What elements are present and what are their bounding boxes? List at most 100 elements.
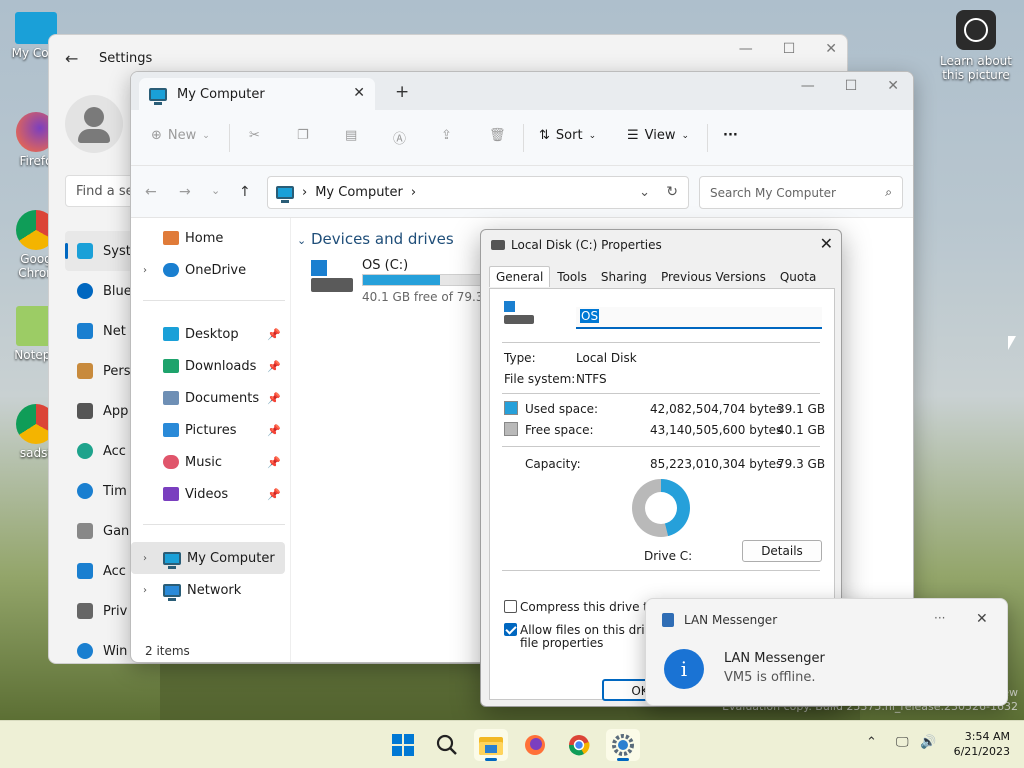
tab-sharing[interactable]: Sharing bbox=[594, 266, 654, 287]
mouse-cursor bbox=[1008, 336, 1016, 350]
taskbar-firefox[interactable] bbox=[518, 729, 552, 761]
pin-icon[interactable]: 📌 bbox=[267, 456, 281, 469]
volume-icon[interactable]: 🔊 bbox=[920, 735, 936, 750]
toolbar-divider bbox=[707, 124, 708, 152]
pin-icon[interactable]: 📌 bbox=[267, 392, 281, 405]
picture-icon bbox=[163, 423, 179, 437]
learn-about-picture[interactable]: Learn about this picture bbox=[934, 10, 1018, 82]
address-bar[interactable]: › My Computer › ⌄ ↻ bbox=[267, 176, 689, 209]
maximize-icon[interactable]: ☐ bbox=[783, 41, 796, 57]
paste-button[interactable]: ▤ bbox=[345, 128, 357, 143]
close-icon[interactable]: ✕ bbox=[825, 41, 837, 57]
dialog-title: Local Disk (C:) Properties bbox=[511, 238, 662, 252]
copy-icon: ❐ bbox=[297, 128, 309, 143]
start-button[interactable] bbox=[386, 729, 420, 761]
desktop-icon bbox=[163, 327, 179, 341]
search-input[interactable]: Search My Computer ⌕ bbox=[699, 176, 903, 209]
nav-item-home[interactable]: Home bbox=[131, 222, 285, 254]
back-arrow-icon[interactable]: ← bbox=[145, 184, 157, 200]
minimize-icon[interactable]: — bbox=[739, 41, 753, 57]
nav-label: OneDrive bbox=[185, 262, 247, 278]
details-button[interactable]: Details bbox=[742, 540, 822, 562]
drive-name-field[interactable]: OS bbox=[576, 307, 822, 329]
nav-item-pictures[interactable]: Pictures 📌 bbox=[131, 414, 285, 446]
forward-arrow-icon[interactable]: → bbox=[179, 184, 191, 200]
close-icon[interactable]: ✕ bbox=[820, 234, 833, 253]
new-button[interactable]: ⊕ New ⌄ bbox=[151, 128, 210, 143]
chevron-right-icon[interactable]: › bbox=[143, 553, 147, 564]
drive-name: OS (C:) bbox=[362, 258, 409, 273]
nav-label: Net bbox=[103, 323, 126, 339]
view-button[interactable]: ☰ View ⌄ bbox=[627, 128, 689, 143]
share-button[interactable]: ⇪ bbox=[441, 128, 452, 143]
back-arrow-icon[interactable]: ← bbox=[65, 49, 78, 68]
cut-button[interactable]: ✂ bbox=[249, 128, 260, 143]
used-space-label: Used space: bbox=[525, 402, 599, 416]
taskbar-file-explorer[interactable] bbox=[474, 729, 508, 761]
tab-general[interactable]: General bbox=[489, 266, 551, 287]
group-header[interactable]: ⌄ Devices and drives bbox=[297, 230, 454, 248]
recent-chevron-icon[interactable]: ⌄ bbox=[211, 184, 220, 197]
allow-indexing-checkbox[interactable] bbox=[504, 623, 517, 636]
close-tab-icon[interactable]: ✕ bbox=[353, 85, 365, 101]
nav-item-documents[interactable]: Documents 📌 bbox=[131, 382, 285, 414]
copy-button[interactable]: ❐ bbox=[297, 128, 309, 143]
clock[interactable]: 3:54 AM 6/21/2023 bbox=[952, 729, 1010, 759]
refresh-icon[interactable]: ↻ bbox=[666, 184, 678, 200]
tab-quota[interactable]: Quota bbox=[773, 266, 823, 287]
new-tab-icon[interactable]: + bbox=[395, 82, 409, 102]
chevron-down-icon[interactable]: ⌄ bbox=[639, 185, 650, 200]
pin-icon[interactable]: 📌 bbox=[267, 360, 281, 373]
chevron-right-icon[interactable]: › bbox=[143, 585, 147, 596]
tab-my-computer[interactable]: My Computer ✕ bbox=[139, 78, 375, 110]
taskbar: ⌃ 🖵 🔊 3:54 AM 6/21/2023 bbox=[0, 720, 1024, 768]
tab-tools[interactable]: Tools bbox=[550, 266, 594, 287]
brush-icon bbox=[77, 363, 93, 379]
nav-item-desktop[interactable]: Desktop 📌 bbox=[131, 318, 285, 350]
pin-icon[interactable]: 📌 bbox=[267, 328, 281, 341]
notification-toast[interactable]: LAN Messenger ··· ✕ i LAN Messenger VM5 … bbox=[645, 598, 1008, 706]
type-value: Local Disk bbox=[576, 351, 637, 365]
delete-button[interactable]: 🗑 bbox=[489, 128, 506, 143]
avatar[interactable] bbox=[65, 95, 123, 153]
tab-previous-versions[interactable]: Previous Versions bbox=[654, 266, 773, 287]
free-space-swatch bbox=[504, 422, 518, 436]
nav-item-videos[interactable]: Videos 📌 bbox=[131, 478, 285, 510]
nav-item-my-computer[interactable]: › My Computer bbox=[131, 542, 285, 574]
computer-icon bbox=[163, 551, 181, 569]
nav-item-onedrive[interactable]: › OneDrive bbox=[131, 254, 285, 286]
allow-indexing-label-continued: file properties bbox=[520, 636, 604, 650]
chevron-right-icon[interactable]: › bbox=[143, 265, 147, 276]
maximize-icon[interactable]: ☐ bbox=[845, 78, 858, 94]
nav-item-network[interactable]: › Network bbox=[131, 574, 285, 606]
search-taskbar-button[interactable] bbox=[430, 729, 464, 761]
clock-date: 6/21/2023 bbox=[953, 745, 1010, 758]
nav-label: Videos bbox=[185, 486, 229, 502]
used-space-swatch bbox=[504, 401, 518, 415]
nav-label: Downloads bbox=[185, 358, 257, 374]
nav-item-music[interactable]: Music 📌 bbox=[131, 446, 285, 478]
network-icon[interactable]: 🖵 bbox=[896, 735, 909, 750]
pin-icon[interactable]: 📌 bbox=[267, 488, 281, 501]
folder-icon bbox=[479, 737, 503, 755]
taskbar-chrome[interactable] bbox=[562, 729, 596, 761]
close-icon[interactable]: ✕ bbox=[976, 611, 988, 627]
nav-label: Syst bbox=[103, 243, 131, 259]
toast-more-options[interactable]: ··· bbox=[934, 611, 945, 625]
compress-checkbox[interactable] bbox=[504, 600, 517, 613]
view-icon: ☰ bbox=[627, 128, 639, 143]
sort-button[interactable]: ⇅ Sort ⌄ bbox=[539, 128, 596, 143]
up-arrow-icon[interactable]: ↑ bbox=[239, 184, 251, 200]
chevron-up-icon[interactable]: ⌃ bbox=[866, 735, 877, 750]
taskbar-settings[interactable] bbox=[606, 729, 640, 761]
nav-label: Documents bbox=[185, 390, 260, 406]
pin-icon[interactable]: 📌 bbox=[267, 424, 281, 437]
divider bbox=[502, 393, 820, 394]
more-options-button[interactable]: ··· bbox=[723, 128, 738, 143]
minimize-icon[interactable]: — bbox=[801, 78, 815, 94]
nav-item-downloads[interactable]: Downloads 📌 bbox=[131, 350, 285, 382]
close-icon[interactable]: ✕ bbox=[887, 78, 899, 94]
breadcrumb[interactable]: My Computer bbox=[315, 185, 403, 200]
rename-button[interactable]: Ⓐ bbox=[393, 128, 406, 147]
toast-message: VM5 is offline. bbox=[724, 670, 816, 685]
